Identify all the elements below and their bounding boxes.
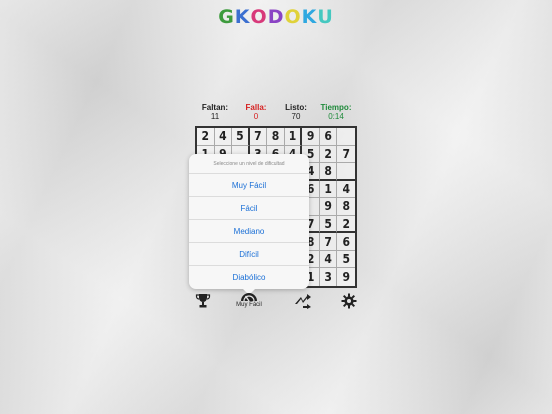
sudoku-cell[interactable]: 7	[249, 128, 268, 146]
logo-letter: K	[234, 6, 251, 28]
logo-letter: O	[284, 6, 302, 28]
difficulty-option-facil[interactable]: Fácil	[189, 196, 309, 219]
sudoku-cell[interactable]	[337, 163, 355, 181]
sudoku-cell[interactable]: 4	[319, 250, 338, 269]
sudoku-cell[interactable]: 9	[319, 198, 338, 216]
difficulty-option-dificil[interactable]: Difícil	[189, 242, 309, 265]
logo-letter: O	[250, 6, 268, 28]
sudoku-cell[interactable]: 9	[337, 268, 355, 286]
sudoku-cell[interactable]: 4	[337, 181, 355, 199]
stat-fallas-label: Falla:	[245, 103, 267, 112]
stat-tiempo-label: Tiempo:	[320, 103, 352, 112]
trophy-icon	[195, 294, 211, 308]
difficulty-gauge-icon	[241, 293, 257, 302]
sudoku-cell[interactable]: 8	[319, 163, 338, 181]
sudoku-cell[interactable]: 2	[197, 128, 215, 146]
bottom-toolbar: Muy Fácil	[0, 293, 552, 315]
logo-letter: U	[317, 6, 334, 28]
shuffle-button[interactable]	[288, 293, 318, 313]
settings-button[interactable]	[334, 293, 364, 313]
difficulty-popover: Seleccione un nivel de dificultad Muy Fá…	[189, 154, 309, 295]
difficulty-button[interactable]: Muy Fácil	[234, 291, 264, 311]
sudoku-cell[interactable]	[337, 128, 355, 146]
stat-faltan-label: Faltan:	[201, 103, 229, 112]
difficulty-button-label: Muy Fácil	[236, 302, 262, 308]
difficulty-option-muy-facil[interactable]: Muy Fácil	[189, 173, 309, 196]
sudoku-cell[interactable]: 1	[319, 180, 338, 199]
app-logo: GKODOKU	[0, 6, 552, 28]
sudoku-cell[interactable]: 1	[284, 128, 303, 146]
sudoku-cell[interactable]: 7	[319, 233, 338, 251]
sudoku-cell[interactable]: 8	[337, 198, 355, 216]
sudoku-cell[interactable]: 5	[232, 128, 250, 146]
gear-icon	[341, 293, 357, 309]
difficulty-option-diabolico[interactable]: Diabólico	[189, 265, 309, 288]
sudoku-cell[interactable]: 9	[302, 128, 320, 146]
logo-letter: G	[218, 6, 235, 28]
popover-title: Seleccione un nivel de dificultad	[213, 161, 285, 167]
trophy-button[interactable]	[188, 293, 218, 313]
sudoku-cell[interactable]: 5	[337, 251, 355, 269]
shuffle-icon	[295, 294, 311, 309]
sudoku-cell[interactable]: 5	[319, 215, 338, 234]
sudoku-cell[interactable]: 4	[214, 128, 233, 146]
sudoku-cell[interactable]: 8	[267, 128, 285, 146]
sudoku-cell[interactable]: 3	[320, 268, 338, 286]
stat-tiempo-value: 0:14	[328, 112, 344, 121]
sudoku-cell[interactable]: 2	[337, 216, 355, 234]
sudoku-cell[interactable]: 2	[319, 145, 338, 164]
stat-tiempo: Tiempo: 0:14	[306, 103, 366, 121]
difficulty-option-mediano[interactable]: Mediano	[189, 219, 309, 242]
stat-listo-label: Listo:	[285, 103, 307, 112]
logo-letter: D	[267, 6, 285, 28]
sudoku-cell[interactable]: 6	[337, 233, 355, 251]
sudoku-cell[interactable]: 6	[319, 128, 338, 146]
logo-letter: K	[301, 6, 318, 28]
stats-bar: Faltan: 11 Falla: 0 Listo: 70 Tiempo: 0:…	[0, 103, 552, 123]
sudoku-cell[interactable]: 7	[337, 146, 355, 164]
